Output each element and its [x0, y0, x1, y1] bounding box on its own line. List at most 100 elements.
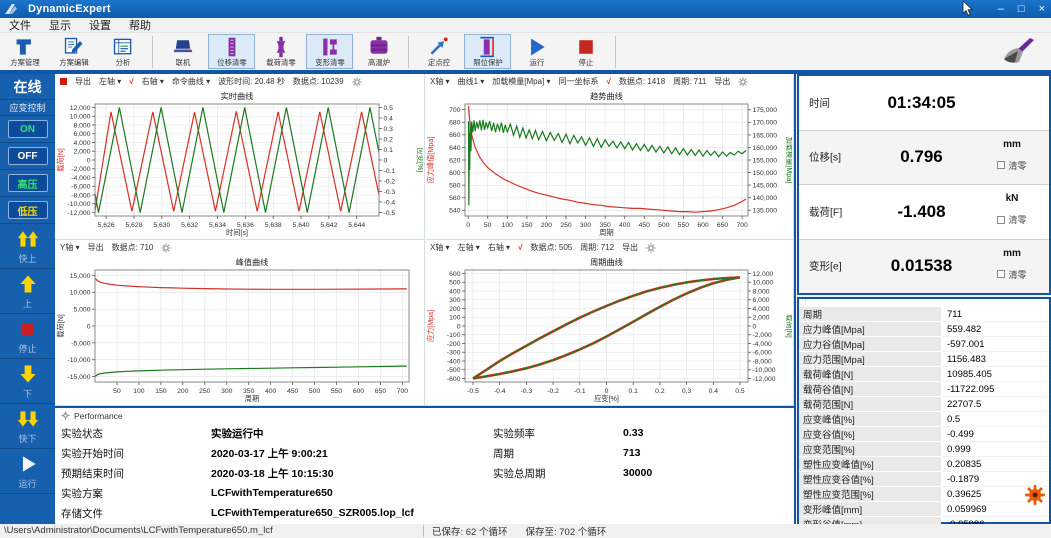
checked-mark[interactable]: √	[518, 243, 522, 252]
menu-item-help[interactable]: 帮助	[120, 17, 160, 33]
svg-text:-12,000: -12,000	[753, 376, 776, 383]
toolbar-button-disp-zero[interactable]: 位移清零	[208, 34, 255, 69]
checkbox-icon[interactable]	[997, 161, 1005, 169]
toolbar-button-plan-manage[interactable]: 方案管理	[1, 34, 48, 69]
performance-row-value: 2020-03-18 上午 10:15:30	[211, 466, 334, 481]
menu-item-settings[interactable]: 设置	[80, 17, 120, 33]
performance-row: 周期713	[493, 443, 794, 463]
toolbar-button-plan-edit[interactable]: 方案编辑	[50, 34, 97, 69]
fast-down-button[interactable]: 快下	[0, 404, 55, 449]
stop-button[interactable]: 停止	[0, 314, 55, 359]
chart-settings-gear-icon[interactable]	[161, 243, 171, 253]
result-value: 0.999	[941, 442, 1049, 457]
chart-header-item[interactable]: 数据点: 1418	[619, 76, 665, 87]
zero-checkbox[interactable]: 清零	[983, 213, 1041, 226]
on-button[interactable]: ON	[8, 120, 48, 138]
chart-header-item[interactable]: 数据点: 10239	[293, 76, 344, 87]
svg-text:300: 300	[449, 297, 461, 304]
fast-up-button[interactable]: 快上	[0, 224, 55, 269]
toolbar-button-connect[interactable]: 联机	[159, 34, 206, 69]
checked-mark[interactable]: √	[129, 77, 133, 86]
svg-text:150,000: 150,000	[753, 170, 778, 177]
result-label: 应变峰值[%]	[799, 412, 941, 427]
result-label: 应变谷值[%]	[799, 427, 941, 442]
svg-text:0.3: 0.3	[384, 126, 394, 133]
svg-text:300: 300	[580, 222, 592, 229]
chart-settings-gear-icon[interactable]	[352, 77, 362, 87]
chart-header-item[interactable]: 周期: 711	[673, 76, 706, 87]
chart-header-item[interactable]: 同一坐标系	[559, 76, 599, 87]
svg-text:700: 700	[449, 107, 461, 114]
toolbar-button-load-zero[interactable]: 载荷清零	[257, 34, 304, 69]
limit-protect-icon	[476, 36, 500, 58]
svg-text:5,634: 5,634	[209, 222, 226, 229]
stop-icon	[574, 36, 598, 58]
svg-text:-0.1: -0.1	[384, 168, 396, 175]
close-button[interactable]: ×	[1039, 0, 1045, 18]
chart-header-item[interactable]: 数据点: 710	[112, 242, 154, 253]
chart-header-item[interactable]: 导出	[714, 76, 730, 87]
svg-text:600: 600	[353, 388, 365, 395]
down-button[interactable]: 下	[0, 359, 55, 404]
svg-text:600: 600	[449, 271, 461, 278]
chart-header-item[interactable]: 左轴 ▾	[99, 76, 121, 87]
svg-text:-6,000: -6,000	[753, 350, 772, 357]
low-pressure-button[interactable]: 低压	[8, 201, 48, 219]
performance-row: 存储文件LCFwithTemperature650_SZR005.lop_lcf	[61, 503, 493, 523]
toolbar-button-run[interactable]: 运行	[513, 34, 560, 69]
svg-text:4,000: 4,000	[753, 306, 770, 313]
chart-header-item[interactable]: 左轴 ▾	[458, 242, 480, 253]
load-readout: 载荷[F]-1.408kN清零	[799, 185, 1049, 240]
chart-header-item[interactable]: 命令曲线 ▾	[172, 76, 210, 87]
chart-header-item[interactable]: 加载模量[Mpa] ▾	[492, 76, 550, 87]
chart-header-item[interactable]: 数据点: 505	[530, 242, 572, 253]
cycle-curve-panel: X轴 ▾ 左轴 ▾ 右轴 ▾ √ 数据点: 505 周期: 712 导出 -0.5-0.4-0…	[425, 240, 794, 406]
high-pressure-button[interactable]: 高压	[8, 174, 48, 192]
result-label: 应力谷值[Mpa]	[799, 337, 941, 352]
chart-header-item[interactable]: 右轴 ▾	[142, 76, 164, 87]
zero-checkbox[interactable]: 清零	[983, 268, 1041, 281]
maximize-button[interactable]: □	[1018, 0, 1025, 18]
svg-text:5,640: 5,640	[293, 222, 310, 229]
readout-value: 0.796	[869, 147, 974, 167]
online-text: 在线	[14, 77, 42, 97]
chart-header-item[interactable]: 右轴 ▾	[488, 242, 510, 253]
chart-header-item[interactable]: 曲线1 ▾	[458, 76, 485, 87]
performance-panel: Performance 实验状态实验运行中实验开始时间2020-03-17 上午…	[55, 406, 796, 524]
chart-header-item[interactable]: 波形时间: 20.48 秒	[218, 76, 285, 87]
svg-text:6,000: 6,000	[753, 297, 770, 304]
menu-item-file[interactable]: 文件	[0, 17, 40, 33]
chart-header-item[interactable]: 导出	[75, 76, 91, 87]
toolbar-button-stop[interactable]: 停止	[562, 34, 609, 69]
run-button[interactable]: 运行	[0, 449, 55, 494]
chart-settings-gear-icon[interactable]	[646, 243, 656, 253]
zero-checkbox[interactable]: 清零	[983, 159, 1041, 172]
svg-text:加载模量[Mpa]: 加载模量[Mpa]	[785, 137, 792, 184]
svg-text:6,000: 6,000	[73, 131, 90, 138]
chart-header-item[interactable]: 导出	[622, 242, 638, 253]
svg-text:500: 500	[309, 388, 321, 395]
toolbar-button-limit-protect[interactable]: 限位保护	[464, 34, 511, 69]
chart-header-item[interactable]: Y轴 ▾	[60, 242, 80, 253]
chart-settings-gear-icon[interactable]	[738, 77, 748, 87]
chart-header-item[interactable]: 周期: 712	[580, 242, 614, 253]
up-button[interactable]: 上	[0, 269, 55, 314]
checked-mark[interactable]: √	[607, 77, 611, 86]
results-grip[interactable]: ⋮	[799, 299, 1049, 307]
cycle-curve-plot: -0.5-0.4-0.3-0.2-0.100.10.20.30.40.5-600…	[425, 255, 792, 404]
toolbar-button-deform-zero[interactable]: 变形清零	[306, 34, 353, 69]
chart-header-item[interactable]: X轴 ▾	[430, 76, 450, 87]
deformation-readout: 变形[e]0.01538mm清零	[799, 240, 1049, 294]
toolbar-button-analyze[interactable]: 分析	[99, 34, 146, 69]
menu-item-display[interactable]: 显示	[40, 17, 80, 33]
toolbar-button-furnace[interactable]: 高温炉	[355, 34, 402, 69]
svg-text:-0.2: -0.2	[547, 388, 559, 395]
chart-header-item[interactable]: X轴 ▾	[430, 242, 450, 253]
checkbox-icon[interactable]	[997, 216, 1005, 224]
checkbox-icon[interactable]	[997, 270, 1005, 278]
chart-header-item[interactable]: 导出	[88, 242, 104, 253]
settings-gear-icon[interactable]	[1024, 484, 1046, 506]
off-button[interactable]: OFF	[8, 147, 48, 165]
toolbar-button-point-control[interactable]: 定点控	[415, 34, 462, 69]
minimize-button[interactable]: –	[998, 0, 1004, 18]
